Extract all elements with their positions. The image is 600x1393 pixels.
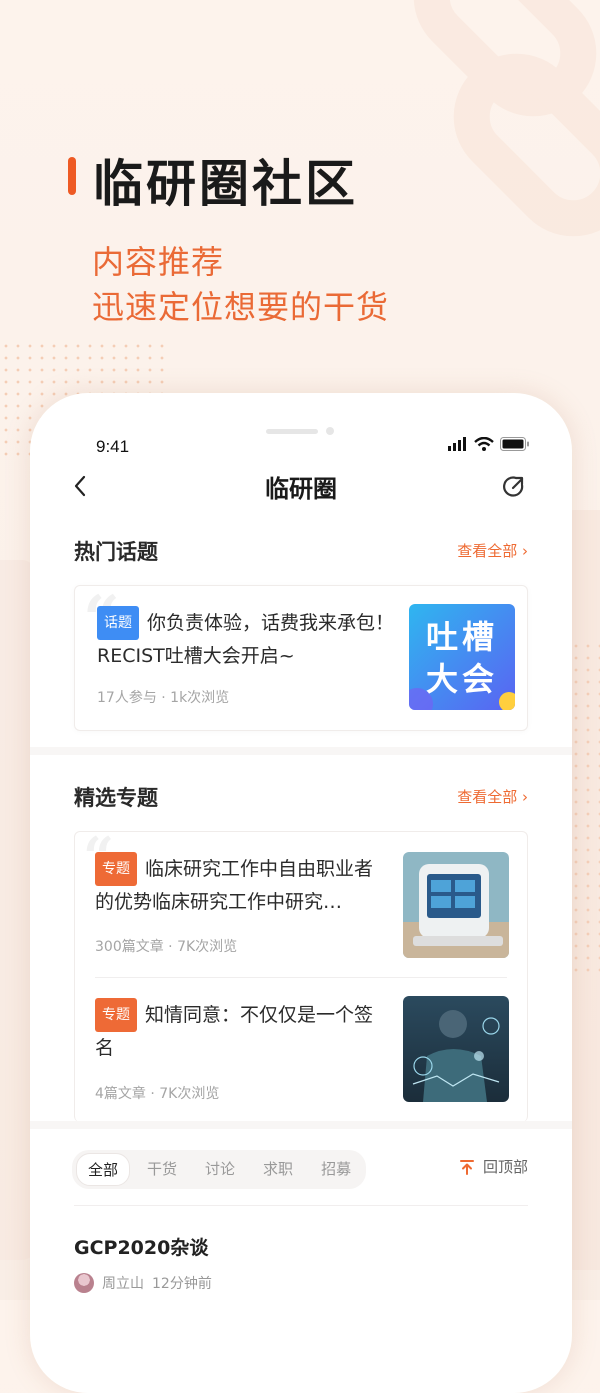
featured-view-all[interactable]: 查看全部 › xyxy=(457,786,528,807)
hero-accent-bar xyxy=(68,157,76,195)
item-separator xyxy=(95,977,507,978)
special-tag: 专题 xyxy=(95,852,137,886)
topic-tag: 话题 xyxy=(97,606,139,640)
special-tag: 专题 xyxy=(95,998,137,1032)
hot-topic-title: 话题 你负责体验，话费我来承包！RECIST吐槽大会开启~ xyxy=(97,606,397,672)
decorative-dots-right xyxy=(570,640,600,980)
list-separator xyxy=(74,1205,528,1206)
hot-topic-meta: 17人参与 · 1k次浏览 xyxy=(97,690,230,706)
topic-thumb-line2: 大会 xyxy=(425,660,498,698)
share-icon[interactable] xyxy=(500,473,528,501)
tab-all[interactable]: 全部 xyxy=(76,1153,131,1186)
featured-list: “ 专题临床研究工作中自由职业者的优势临床研究工作中研究… 300篇文章 · 7… xyxy=(74,830,528,1122)
battery-icon xyxy=(500,437,529,451)
signal-icon xyxy=(448,437,466,451)
hot-topics-title: 热门话题 xyxy=(74,540,158,564)
phone-camera xyxy=(326,427,334,435)
post-time: 12分钟前 xyxy=(152,1276,212,1292)
section-divider xyxy=(30,1121,572,1129)
hot-topic-card[interactable]: “ 话题你负责体验，话费我来承包！RECIST吐槽大会开启~ 17人参与 · 1… xyxy=(74,585,528,731)
topic-thumbnail: 吐槽 大会 xyxy=(409,604,515,710)
hero-subtitle-line1: 内容推荐 xyxy=(92,243,225,281)
arrow-up-icon xyxy=(459,1159,474,1175)
back-to-top-label: 回顶部 xyxy=(482,1158,528,1176)
filter-tabs: 全部 干货 讨论 求职 招募 xyxy=(72,1150,367,1189)
hero-subtitle: 内容推荐 迅速定位想要的干货 xyxy=(92,240,389,330)
hero-subtitle-line2: 迅速定位想要的干货 xyxy=(92,288,390,326)
phone-speaker xyxy=(266,429,318,434)
status-time: 9:41 xyxy=(96,437,130,456)
tab-dry-goods[interactable]: 干货 xyxy=(136,1153,188,1186)
avatar[interactable] xyxy=(74,1273,94,1293)
post-author[interactable]: 周立山 xyxy=(102,1273,144,1293)
hot-topic-title-text: 你负责体验，话费我来承包！RECIST吐槽大会开启~ xyxy=(97,612,395,667)
featured-item-title: 专题 临床研究工作中自由职业者的优势临床研究工作中研究… xyxy=(95,852,387,918)
decorative-link-icon xyxy=(413,0,600,237)
device-image xyxy=(403,852,509,958)
featured-item-meta: 4篇文章 · 7K次浏览 xyxy=(95,1086,220,1102)
back-to-top-button[interactable]: 回顶部 xyxy=(459,1156,528,1177)
page-title: 临研圈 xyxy=(265,475,337,503)
featured-item-title: 专题 知情同意：不仅仅是一个签名 xyxy=(95,998,387,1064)
post-meta: 周立山 12分钟前 xyxy=(74,1273,212,1293)
hot-topics-view-all[interactable]: 查看全部 › xyxy=(457,540,528,561)
featured-thumbnail-device xyxy=(403,852,509,958)
topic-thumb-line1: 吐槽 xyxy=(425,618,498,656)
status-icons xyxy=(448,437,530,451)
wifi-icon xyxy=(474,437,494,451)
doctor-image xyxy=(403,996,509,1102)
tab-recruit[interactable]: 招募 xyxy=(310,1153,362,1186)
post-title[interactable]: GCP2020杂谈 xyxy=(74,1233,208,1260)
tab-jobs[interactable]: 求职 xyxy=(252,1153,304,1186)
featured-title: 精选专题 xyxy=(74,786,158,810)
section-divider xyxy=(30,747,572,755)
featured-thumbnail-doctor xyxy=(403,996,509,1102)
topic-thumb-text: 吐槽 大会 xyxy=(409,616,515,700)
phone-mockup: 9:41 临研圈 热门话题 查看全部 › “ 话题你负责体验，话 xyxy=(30,393,572,1393)
tab-discussion[interactable]: 讨论 xyxy=(194,1153,246,1186)
featured-item-meta: 300篇文章 · 7K次浏览 xyxy=(95,939,238,955)
hero-title: 临研圈社区 xyxy=(93,155,358,213)
